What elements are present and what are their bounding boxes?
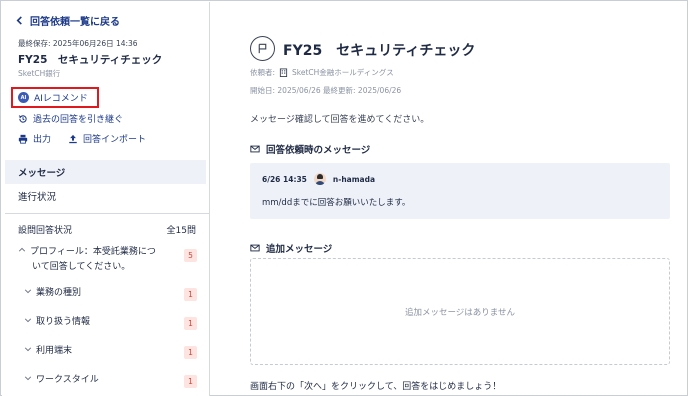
back-to-list-link[interactable]: 回答依頼一覧に戻る: [15, 13, 120, 28]
nav-item-messages[interactable]: メッセージ: [5, 160, 206, 184]
request-message-heading: 回答依頼時のメッセージ: [250, 142, 370, 156]
additional-heading-label: 追加メッセージ: [266, 244, 333, 255]
message-time: 6/26 14:35: [262, 174, 307, 184]
chevron-up-icon: [18, 245, 30, 260]
requester: 依頼者: SketCH金融ホールディングス: [250, 67, 394, 78]
sidebar: 回答依頼一覧に戻る 最終保存: 2025年06月26日 14:36 FY25 セ…: [2, 2, 210, 396]
tree-item-profile[interactable]: プロフィール：本受託業務につ いて回答してください。: [18, 245, 196, 275]
import-answers-button[interactable]: 回答インポート: [68, 132, 146, 145]
mail-icon: [250, 244, 260, 252]
nav-item-progress[interactable]: 進行状況: [18, 189, 56, 203]
requester-label: 依頼者:: [250, 68, 276, 77]
message-meta: 6/26 14:35 n-hamada: [262, 173, 375, 185]
chevron-left-icon: [16, 16, 22, 25]
mail-icon: [250, 145, 260, 153]
ai-recommend-label: AIレコメンド: [34, 94, 88, 104]
additional-message-empty: 追加メッセージはありません: [250, 258, 670, 365]
export-label: 出力: [33, 135, 52, 145]
ai-icon: AI: [18, 92, 29, 103]
avatar: [313, 173, 326, 185]
requester-org: SketCH金融ホールディングス: [292, 68, 394, 77]
message-text: mm/ddまでに回答お願いいたします。: [262, 198, 411, 208]
import-label: 回答インポート: [83, 135, 147, 145]
dates: 開始日: 2025/06/26 最終更新: 2025/06/26: [250, 86, 402, 95]
last-saved: 最終保存: 2025年06月26日 14:36: [18, 39, 138, 48]
count-badge: 1: [184, 288, 197, 301]
question-total: 全15問: [166, 226, 196, 236]
history-icon: [18, 114, 27, 123]
count-badge: 1: [184, 375, 197, 388]
flag-icon: [250, 36, 275, 61]
count-badge: 1: [184, 346, 197, 359]
sidebar-title: FY25 セキュリティチェック: [18, 54, 163, 66]
request-message-heading-label: 回答依頼時のメッセージ: [266, 145, 371, 156]
tree-item-label: 利用端末: [36, 346, 73, 356]
nav-progress-label: 進行状況: [18, 192, 57, 203]
count-badge: 5: [184, 249, 197, 262]
additional-message-heading: 追加メッセージ: [250, 241, 332, 255]
tree-item-business-type[interactable]: 業務の種別: [24, 286, 81, 301]
printer-icon: [18, 134, 28, 144]
main-content: FY25 セキュリティチェック 依頼者: SketCH金融ホールディングス 開始…: [211, 2, 688, 396]
sidebar-org: SketCH銀行: [18, 69, 61, 78]
inherit-label: 過去の回答を引き継ぐ: [33, 115, 124, 125]
page-title: FY25 セキュリティチェック: [283, 43, 476, 59]
inherit-past-answers-button[interactable]: 過去の回答を引き継ぐ: [18, 112, 123, 125]
tree-item-label: 取り扱う情報: [36, 317, 91, 327]
tree-item-label: ワークスタイル: [36, 375, 99, 385]
tree-item-devices[interactable]: 利用端末: [24, 344, 72, 359]
chevron-down-icon: [24, 373, 36, 388]
back-link-label: 回答依頼一覧に戻る: [30, 17, 120, 28]
intro-text: メッセージ確認して回答を進めてください。: [250, 115, 430, 125]
chevron-down-icon: [24, 344, 36, 359]
tree-item-label-line2: いて回答してください。: [32, 262, 131, 272]
app-frame: 回答依頼一覧に戻る 最終保存: 2025年06月26日 14:36 FY25 セ…: [0, 0, 688, 396]
ai-recommend-button[interactable]: AI AIレコメンド: [11, 87, 99, 108]
question-status-label: 設問回答状況: [18, 226, 73, 236]
message-card: 6/26 14:35 n-hamada mm/ddまでに回答お願いいたします。: [250, 163, 670, 219]
footer-instruction: 画面右下の「次へ」をクリックして、回答をはじめましょう！: [250, 382, 502, 392]
chevron-down-icon: [24, 286, 36, 301]
export-button[interactable]: 出力: [18, 132, 51, 145]
empty-state-text: 追加メッセージはありません: [404, 307, 516, 318]
nav-messages-label: メッセージ: [18, 168, 66, 179]
tree-item-label: 業務の種別: [36, 288, 82, 298]
tree-item-handled-info[interactable]: 取り扱う情報: [24, 315, 90, 330]
count-badge: 1: [184, 317, 197, 330]
building-icon: [279, 68, 288, 77]
chevron-down-icon: [24, 315, 36, 330]
upload-icon: [69, 134, 77, 143]
tree-item-workstyle[interactable]: ワークスタイル: [24, 373, 99, 388]
sidebar-divider: [5, 213, 209, 214]
tree-item-label: プロフィール：本受託業務につ: [30, 247, 156, 257]
message-author: n-hamada: [332, 174, 376, 184]
